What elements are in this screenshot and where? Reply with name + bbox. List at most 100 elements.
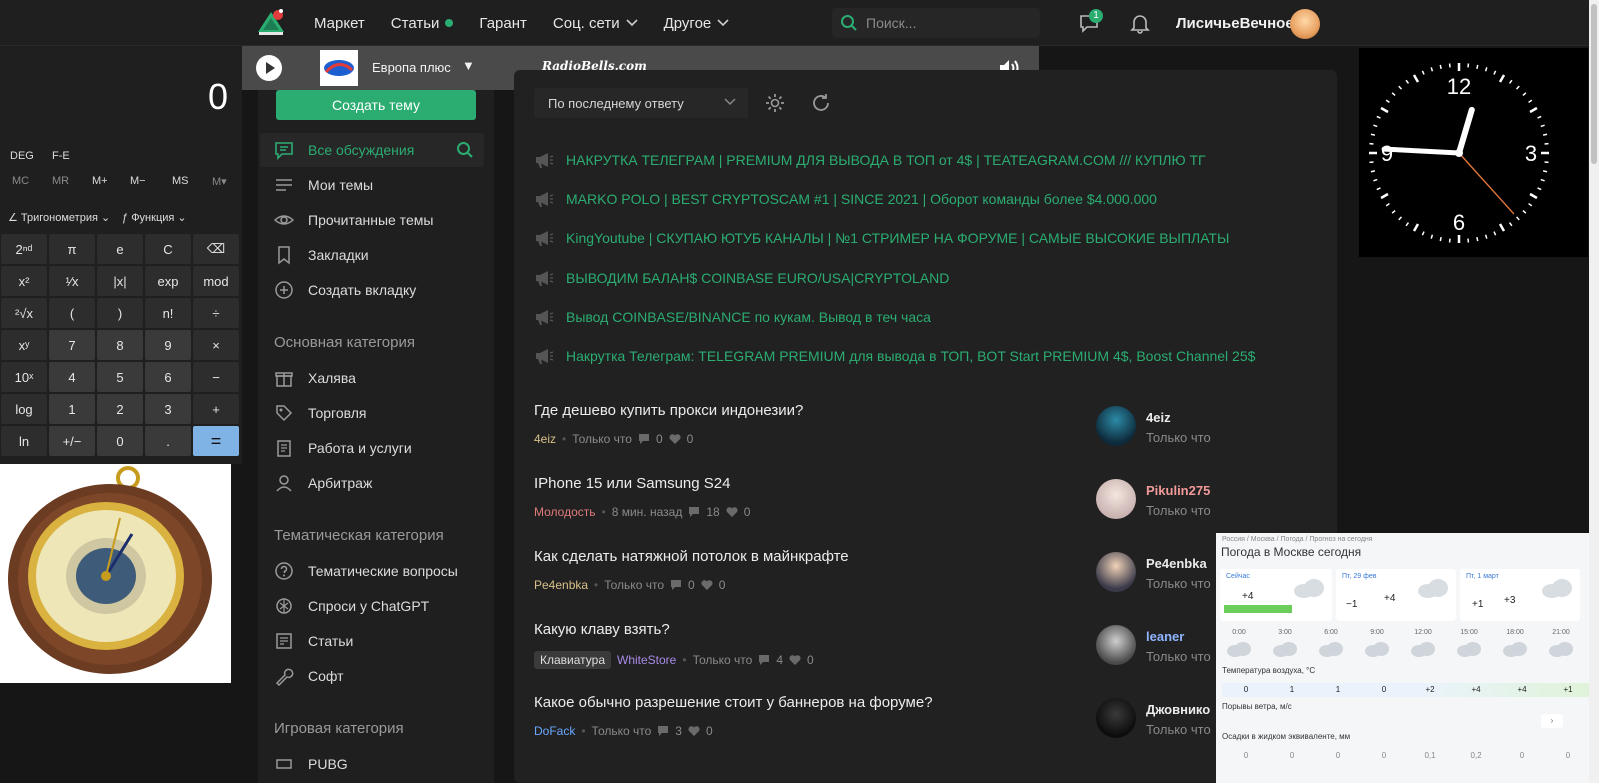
last-poster-avatar[interactable] [1096, 698, 1136, 738]
calc-key[interactable]: ²√x [1, 298, 47, 328]
calc-key[interactable]: = [193, 426, 239, 456]
calc-key[interactable]: C [145, 234, 191, 264]
calc-key[interactable]: 0 [97, 426, 143, 456]
fe-toggle[interactable]: F-E [52, 150, 70, 162]
sidebar-item-all-discussions[interactable]: Все обсуждения [260, 133, 484, 167]
pinned-thread[interactable]: Накрутка Телеграм: TELEGRAM PREMIUM для … [534, 344, 1255, 368]
calc-key[interactable]: π [49, 234, 95, 264]
bell-icon[interactable] [1129, 12, 1151, 34]
mem-subtract-button[interactable]: M− [130, 175, 146, 187]
gear-icon[interactable] [764, 92, 786, 114]
nav-garant[interactable]: Гарант [479, 15, 526, 32]
pinned-thread[interactable]: MARKO POLO | BEST CRYPTOSCAM #1 | SINCE … [534, 187, 1157, 211]
sidebar-item-work[interactable]: Работа и услуги [260, 431, 484, 465]
thread-author[interactable]: WhiteStore [617, 653, 676, 667]
thread-tag[interactable]: Клавиатура [534, 651, 611, 669]
user-avatar[interactable] [1290, 9, 1320, 39]
last-poster-name[interactable]: 4eiz [1146, 410, 1171, 425]
calc-key[interactable]: 7 [49, 330, 95, 360]
last-poster-avatar[interactable] [1096, 552, 1136, 592]
calc-key[interactable]: ¹⁄x [49, 266, 95, 296]
sidebar-item-bookmarks[interactable]: Закладки [260, 238, 484, 272]
calc-key[interactable]: × [193, 330, 239, 360]
calc-key[interactable]: 5 [97, 362, 143, 392]
calc-key[interactable]: mod [193, 266, 239, 296]
pinned-thread[interactable]: Вывод COINBASE/BINANCE по кукам. Вывод в… [534, 305, 931, 329]
page-scrollbar[interactable] [1589, 0, 1599, 783]
sort-dropdown[interactable]: По последнему ответу [534, 88, 748, 118]
calc-key[interactable]: +/− [49, 426, 95, 456]
thread-title[interactable]: Как сделать натяжной потолок в майнкрафт… [534, 548, 849, 565]
username[interactable]: ЛисичьеВечное [1176, 15, 1294, 32]
mem-store-button[interactable]: MS [172, 175, 189, 187]
last-poster-avatar[interactable] [1096, 406, 1136, 446]
calc-key[interactable]: ( [49, 298, 95, 328]
thread-title[interactable]: Какое обычно разрешение стоит у баннеров… [534, 694, 933, 711]
mem-list-button[interactable]: M▾ [212, 175, 227, 188]
calc-key[interactable]: exp [145, 266, 191, 296]
station-dropdown-icon[interactable]: ▼ [462, 58, 475, 73]
wind-expand-button[interactable]: › [1541, 714, 1563, 728]
scrollbar-thumb[interactable] [1591, 4, 1597, 164]
sidebar-item-articles[interactable]: Статьи [260, 624, 484, 658]
calc-key[interactable]: ln [1, 426, 47, 456]
pinned-thread[interactable]: ВЫВОДИМ БАЛАН$ COINBASE EURO/USA|CRYPTOL… [534, 266, 949, 290]
thread-author[interactable]: Pe4enbka [534, 578, 588, 592]
weather-card-day2[interactable]: Пт, 1 март +1 +3 [1460, 569, 1580, 621]
search-box[interactable] [832, 8, 1040, 38]
pinned-thread[interactable]: НАКРУТКА ТЕЛЕГРАМ | PREMIUM ДЛЯ ВЫВОДА В… [534, 148, 1206, 172]
sidebar-item-pubg[interactable]: PUBG [260, 747, 484, 781]
sidebar-item-my-topics[interactable]: Мои темы [260, 168, 484, 202]
thread-title[interactable]: Где дешево купить прокси индонезии? [534, 402, 803, 419]
nav-social[interactable]: Соц. сети [553, 15, 638, 32]
calc-key[interactable]: ÷ [193, 298, 239, 328]
search-input[interactable] [866, 15, 1026, 31]
calc-key[interactable]: 8 [97, 330, 143, 360]
calc-key[interactable]: 6 [145, 362, 191, 392]
calc-key[interactable]: 1 [49, 394, 95, 424]
thread-title[interactable]: Какую клаву взять? [534, 621, 670, 638]
station-name[interactable]: Европа плюс [372, 60, 451, 75]
nav-other[interactable]: Другое [664, 15, 730, 32]
sidebar-item-read-topics[interactable]: Прочитанные темы [260, 203, 484, 237]
site-logo-icon[interactable] [254, 6, 288, 40]
calc-key[interactable]: 10ˣ [1, 362, 47, 392]
play-button[interactable] [256, 55, 282, 81]
pinned-thread[interactable]: KingYoutube | СКУПАЮ ЮТУБ КАНАЛЫ | №1 СТ… [534, 226, 1229, 250]
trig-dropdown[interactable]: ∠ Тригонометрия ⌄ [8, 211, 110, 224]
refresh-icon[interactable] [810, 92, 832, 114]
thread-author[interactable]: Молодость [534, 505, 596, 519]
calc-key[interactable]: x² [1, 266, 47, 296]
sidebar-item-soft[interactable]: Софт [260, 659, 484, 693]
deg-toggle[interactable]: DEG [10, 150, 34, 162]
function-dropdown[interactable]: ƒ Функция ⌄ [122, 211, 187, 224]
last-poster-avatar[interactable] [1096, 625, 1136, 665]
calc-key[interactable]: |x| [97, 266, 143, 296]
calc-key[interactable]: + [193, 394, 239, 424]
last-poster-name[interactable]: Джовнико [1146, 702, 1210, 717]
calc-key[interactable]: log [1, 394, 47, 424]
last-poster-avatar[interactable] [1096, 479, 1136, 519]
mem-recall-button[interactable]: MR [52, 175, 69, 187]
nav-articles[interactable]: Статьи [391, 15, 454, 32]
weather-card-now[interactable]: Сейчас +4 [1220, 569, 1332, 621]
calc-key[interactable]: ) [97, 298, 143, 328]
last-poster-name[interactable]: Pe4enbka [1146, 556, 1207, 571]
sidebar-item-freebies[interactable]: Халява [260, 361, 484, 395]
calc-key[interactable]: e [97, 234, 143, 264]
search-icon[interactable] [456, 141, 474, 159]
calc-key[interactable]: 2ⁿᵈ [1, 234, 47, 264]
thread-author[interactable]: 4eiz [534, 432, 556, 446]
calc-key[interactable]: 9 [145, 330, 191, 360]
mem-add-button[interactable]: M+ [92, 175, 108, 187]
sidebar-item-theme-questions[interactable]: Тематические вопросы [260, 554, 484, 588]
weather-card-day1[interactable]: Пт, 29 фев −1 +4 [1336, 569, 1456, 621]
calc-key[interactable]: 4 [49, 362, 95, 392]
sidebar-item-chatgpt[interactable]: Спроси у ChatGPT [260, 589, 484, 623]
thread-author[interactable]: DoFack [534, 724, 575, 738]
thread-title[interactable]: IPhone 15 или Samsung S24 [534, 475, 730, 492]
mem-clear-button[interactable]: MC [12, 175, 29, 187]
nav-market[interactable]: Маркет [314, 15, 365, 32]
sidebar-item-create-tab[interactable]: Создать вкладку [260, 273, 484, 307]
sidebar-item-trade[interactable]: Торговля [260, 396, 484, 430]
